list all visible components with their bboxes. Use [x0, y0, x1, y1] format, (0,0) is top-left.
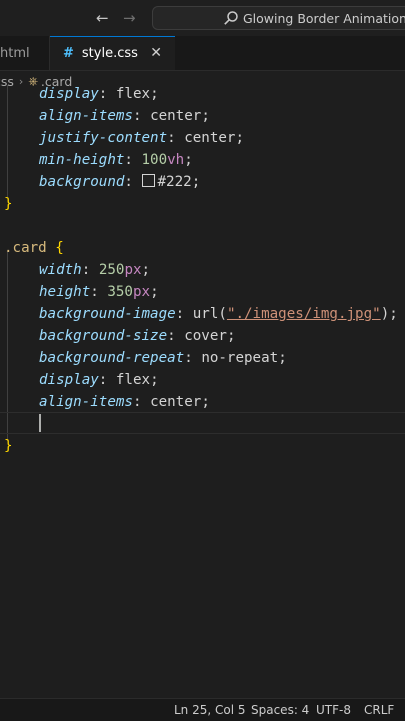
code-line: align-items: center; — [39, 108, 210, 124]
status-encoding[interactable]: UTF-8 — [316, 703, 351, 717]
text-caret — [39, 414, 41, 432]
code-line: height: 350px; — [39, 284, 159, 300]
code-line: } — [4, 196, 13, 212]
forward-arrow-icon[interactable]: → — [123, 9, 136, 27]
code-editor[interactable]: display: flex; align-items: center; just… — [0, 85, 405, 700]
title-bar: ← → Glowing Border Animation — [0, 0, 405, 36]
code-line: align-items: center; — [39, 394, 210, 410]
code-line: background: #222; — [39, 174, 201, 190]
tab-html-label: html — [0, 45, 30, 61]
close-icon[interactable]: ✕ — [150, 45, 162, 61]
search-icon — [224, 11, 238, 25]
tab-bar: html # style.css ✕ — [0, 36, 405, 71]
status-bar: Ln 25, Col 5 Spaces: 4 UTF-8 CRLF — [0, 698, 405, 721]
current-line-highlight — [0, 412, 405, 434]
tab-style-css[interactable]: # style.css ✕ — [50, 36, 175, 70]
code-line: width: 250px; — [39, 262, 151, 278]
code-line: } — [4, 438, 13, 454]
tab-html[interactable]: html — [0, 36, 50, 70]
code-line: display: flex; — [39, 372, 159, 388]
status-indentation[interactable]: Spaces: 4 — [251, 703, 309, 717]
code-line: .card { — [4, 240, 64, 256]
command-center-search[interactable]: Glowing Border Animation — [152, 6, 405, 30]
status-cursor-position[interactable]: Ln 25, Col 5 — [174, 703, 246, 717]
back-arrow-icon[interactable]: ← — [96, 9, 109, 27]
color-swatch[interactable] — [141, 174, 155, 187]
status-eol[interactable]: CRLF — [364, 703, 394, 717]
code-line: justify-content: center; — [39, 130, 245, 146]
code-line: background-image: url("./images/img.jpg"… — [39, 306, 398, 322]
indent-guide — [7, 85, 8, 197]
code-line: background-repeat: no-repeat; — [39, 350, 287, 366]
code-line: min-height: 100vh; — [39, 152, 193, 168]
code-line: display: flex; — [39, 86, 159, 102]
code-line: background-size: cover; — [39, 328, 236, 344]
tab-style-css-label: style.css — [81, 46, 138, 61]
search-text: Glowing Border Animation — [243, 10, 405, 26]
css-file-icon: # — [63, 46, 74, 61]
